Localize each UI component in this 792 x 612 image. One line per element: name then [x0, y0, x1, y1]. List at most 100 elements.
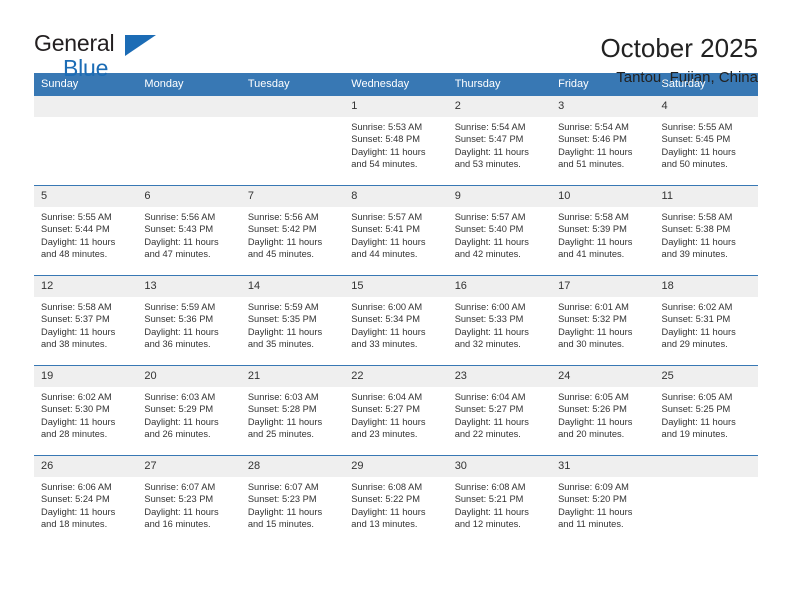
- day-number: 7: [240, 186, 345, 207]
- day-detail-line: Sunrise: 5:55 AM: [661, 122, 733, 132]
- day-number: 3: [551, 96, 655, 117]
- calendar-day-cell[interactable]: 7 Sunrise: 5:56 AM Sunset: 5:42 PM Daylight…: [240, 185, 345, 276]
- day-number: 8: [344, 186, 448, 207]
- calendar-day-cell[interactable]: 10 Sunrise: 5:58 AM Sunset: 5:39 PM Dayligh…: [551, 185, 655, 276]
- day-detail-line: Sunrise: 5:59 AM: [144, 302, 216, 312]
- day-number: 28: [240, 456, 345, 477]
- calendar-day-cell[interactable]: 27 Sunrise: 6:07 AM Sunset: 5:23 PM Dayligh…: [137, 455, 241, 546]
- calendar-day-cell[interactable]: 9 Sunrise: 5:57 AM Sunset: 5:40 PM Daylight…: [447, 185, 552, 276]
- day-detail-line: Sunrise: 5:58 AM: [41, 302, 112, 312]
- calendar-day-cell[interactable]: 25 Sunrise: 6:05 AM Sunset: 5:25 PM Dayligh…: [654, 365, 758, 456]
- day-detail-line: and 26 minutes.: [144, 429, 211, 440]
- calendar-day-cell[interactable]: 13 Sunrise: 5:59 AM Sunset: 5:36 PM Dayligh…: [137, 275, 241, 366]
- day-detail-line: Daylight: 11 hours: [41, 236, 116, 247]
- calendar-day-cell[interactable]: 14 Sunrise: 5:59 AM Sunset: 5:35 PM Dayligh…: [240, 275, 345, 366]
- calendar-day-cell[interactable]: 16 Sunrise: 6:00 AM Sunset: 5:33 PM Dayligh…: [447, 275, 552, 366]
- calendar-day-cell[interactable]: 30 Sunrise: 6:08 AM Sunset: 5:21 PM Dayligh…: [447, 455, 552, 546]
- calendar-day-cell[interactable]: 23 Sunrise: 6:04 AM Sunset: 5:27 PM Dayligh…: [447, 365, 552, 456]
- calendar-day-cell[interactable]: 2 Sunrise: 5:54 AM Sunset: 5:47 PM Daylight…: [447, 95, 552, 186]
- day-details: Sunrise: 5:59 AM Sunset: 5:35 PM Daylight:…: [241, 297, 344, 351]
- day-detail-line: and 45 minutes.: [247, 249, 314, 260]
- generalblue-logo[interactable]: General Blue: [34, 30, 164, 82]
- day-detail-line: Sunrise: 5:58 AM: [661, 212, 733, 222]
- day-detail-line: Sunset: 5:47 PM: [454, 134, 524, 145]
- calendar-day-cell[interactable]: 12 Sunrise: 5:58 AM Sunset: 5:37 PM Dayligh…: [34, 275, 138, 366]
- day-detail-line: Sunrise: 6:00 AM: [454, 302, 526, 312]
- calendar-day-cell[interactable]: 28 Sunrise: 6:07 AM Sunset: 5:23 PM Dayligh…: [240, 455, 345, 546]
- day-detail-line: Sunrise: 6:02 AM: [661, 302, 733, 312]
- day-details: Sunrise: 6:04 AM Sunset: 5:27 PM Daylight:…: [448, 387, 551, 441]
- day-details: Sunrise: 5:55 AM Sunset: 5:45 PM Daylight:…: [655, 117, 758, 171]
- calendar-day-cell[interactable]: 6 Sunrise: 5:56 AM Sunset: 5:43 PM Daylight…: [137, 185, 241, 276]
- day-number: 18: [654, 276, 758, 297]
- day-detail-line: and 50 minutes.: [661, 159, 728, 170]
- calendar-day-cell[interactable]: 22 Sunrise: 6:04 AM Sunset: 5:27 PM Dayligh…: [344, 365, 448, 456]
- day-detail-line: Sunrise: 5:58 AM: [558, 212, 629, 222]
- calendar-week-row: 26 Sunrise: 6:06 AM Sunset: 5:24 PM Dayligh…: [34, 455, 758, 546]
- day-detail-line: and 20 minutes.: [558, 429, 625, 440]
- calendar-day-cell[interactable]: 3 Sunrise: 5:54 AM Sunset: 5:46 PM Daylight…: [551, 95, 655, 186]
- day-details: Sunrise: 5:56 AM Sunset: 5:43 PM Daylight:…: [137, 207, 240, 261]
- day-details: Sunrise: 6:03 AM Sunset: 5:29 PM Daylight:…: [137, 387, 240, 441]
- calendar-day-cell[interactable]: 26 Sunrise: 6:06 AM Sunset: 5:24 PM Dayligh…: [34, 455, 138, 546]
- day-detail-line: Daylight: 11 hours: [558, 236, 633, 247]
- calendar-day-cell[interactable]: 20 Sunrise: 6:03 AM Sunset: 5:29 PM Dayligh…: [137, 365, 241, 456]
- calendar-day-cell[interactable]: 5 Sunrise: 5:55 AM Sunset: 5:44 PM Daylight…: [34, 185, 138, 276]
- calendar-day-cell[interactable]: 1 Sunrise: 5:53 AM Sunset: 5:48 PM Daylight…: [344, 95, 448, 186]
- day-detail-line: and 33 minutes.: [351, 339, 418, 350]
- day-number: 20: [137, 366, 241, 387]
- calendar-day-cell[interactable]: 15 Sunrise: 6:00 AM Sunset: 5:34 PM Dayligh…: [344, 275, 448, 366]
- day-detail-line: and 44 minutes.: [351, 249, 418, 260]
- day-detail-line: Sunset: 5:37 PM: [41, 314, 110, 325]
- day-detail-line: and 51 minutes.: [558, 159, 625, 170]
- calendar-day-cell[interactable]: 11 Sunrise: 5:58 AM Sunset: 5:38 PM Dayligh…: [654, 185, 758, 276]
- calendar-day-cell[interactable]: 17 Sunrise: 6:01 AM Sunset: 5:32 PM Dayligh…: [551, 275, 655, 366]
- day-detail-line: Sunset: 5:27 PM: [351, 404, 420, 415]
- day-number: 2: [447, 96, 552, 117]
- day-number: 23: [447, 366, 552, 387]
- calendar-day-cell[interactable]: 4 Sunrise: 5:55 AM Sunset: 5:45 PM Daylight…: [654, 95, 758, 186]
- day-detail-line: Daylight: 11 hours: [454, 416, 529, 427]
- day-detail-line: Daylight: 11 hours: [144, 416, 219, 427]
- calendar-day-cell[interactable]: 19 Sunrise: 6:02 AM Sunset: 5:30 PM Dayligh…: [34, 365, 138, 456]
- day-details: Sunrise: 5:59 AM Sunset: 5:36 PM Daylight:…: [137, 297, 240, 351]
- day-number: 29: [344, 456, 448, 477]
- day-detail-line: and 42 minutes.: [454, 249, 521, 260]
- day-detail-line: and 12 minutes.: [454, 519, 521, 530]
- day-detail-line: Sunset: 5:26 PM: [558, 404, 627, 415]
- day-detail-line: and 23 minutes.: [351, 429, 418, 440]
- calendar-day-cell[interactable]: 29 Sunrise: 6:08 AM Sunset: 5:22 PM Dayligh…: [344, 455, 448, 546]
- day-number: 15: [344, 276, 448, 297]
- day-detail-line: Sunrise: 6:05 AM: [661, 392, 733, 402]
- calendar-page: General Blue October 2025 Tantou, Fujian…: [0, 0, 792, 612]
- day-detail-line: Daylight: 11 hours: [41, 326, 116, 337]
- day-detail-line: and 53 minutes.: [454, 159, 521, 170]
- day-detail-line: Sunrise: 5:54 AM: [454, 122, 526, 132]
- day-details: Sunrise: 6:08 AM Sunset: 5:21 PM Daylight:…: [448, 477, 551, 531]
- calendar-day-cell[interactable]: 21 Sunrise: 6:03 AM Sunset: 5:28 PM Dayligh…: [240, 365, 345, 456]
- day-detail-line: Daylight: 11 hours: [247, 506, 323, 517]
- day-detail-line: Sunset: 5:38 PM: [661, 224, 731, 235]
- calendar-day-cell[interactable]: 31 Sunrise: 6:09 AM Sunset: 5:20 PM Dayligh…: [551, 455, 655, 546]
- day-detail-line: Sunrise: 6:07 AM: [247, 482, 319, 492]
- calendar-week-row: 1 Sunrise: 5:53 AM Sunset: 5:48 PM Daylight…: [34, 95, 758, 186]
- day-detail-line: Sunset: 5:23 PM: [144, 494, 214, 505]
- day-number: 6: [137, 186, 241, 207]
- day-number: 1: [344, 96, 448, 117]
- calendar-day-cell[interactable]: 18 Sunrise: 6:02 AM Sunset: 5:31 PM Dayligh…: [654, 275, 758, 366]
- calendar-empty-cell: [654, 455, 758, 546]
- day-number: 24: [551, 366, 655, 387]
- day-detail-line: and 54 minutes.: [351, 159, 418, 170]
- day-detail-line: Sunset: 5:28 PM: [247, 404, 317, 415]
- day-number: 17: [551, 276, 655, 297]
- day-details: Sunrise: 6:07 AM Sunset: 5:23 PM Daylight:…: [137, 477, 240, 531]
- day-detail-line: Sunset: 5:27 PM: [454, 404, 524, 415]
- day-detail-line: Daylight: 11 hours: [247, 416, 323, 427]
- day-detail-line: Daylight: 11 hours: [144, 326, 219, 337]
- day-detail-line: and 32 minutes.: [454, 339, 521, 350]
- calendar-day-cell[interactable]: 24 Sunrise: 6:05 AM Sunset: 5:26 PM Dayligh…: [551, 365, 655, 456]
- day-detail-line: Sunset: 5:36 PM: [144, 314, 214, 325]
- day-detail-line: Daylight: 11 hours: [351, 236, 426, 247]
- day-number: 26: [34, 456, 138, 477]
- calendar-day-cell[interactable]: 8 Sunrise: 5:57 AM Sunset: 5:41 PM Daylight…: [344, 185, 448, 276]
